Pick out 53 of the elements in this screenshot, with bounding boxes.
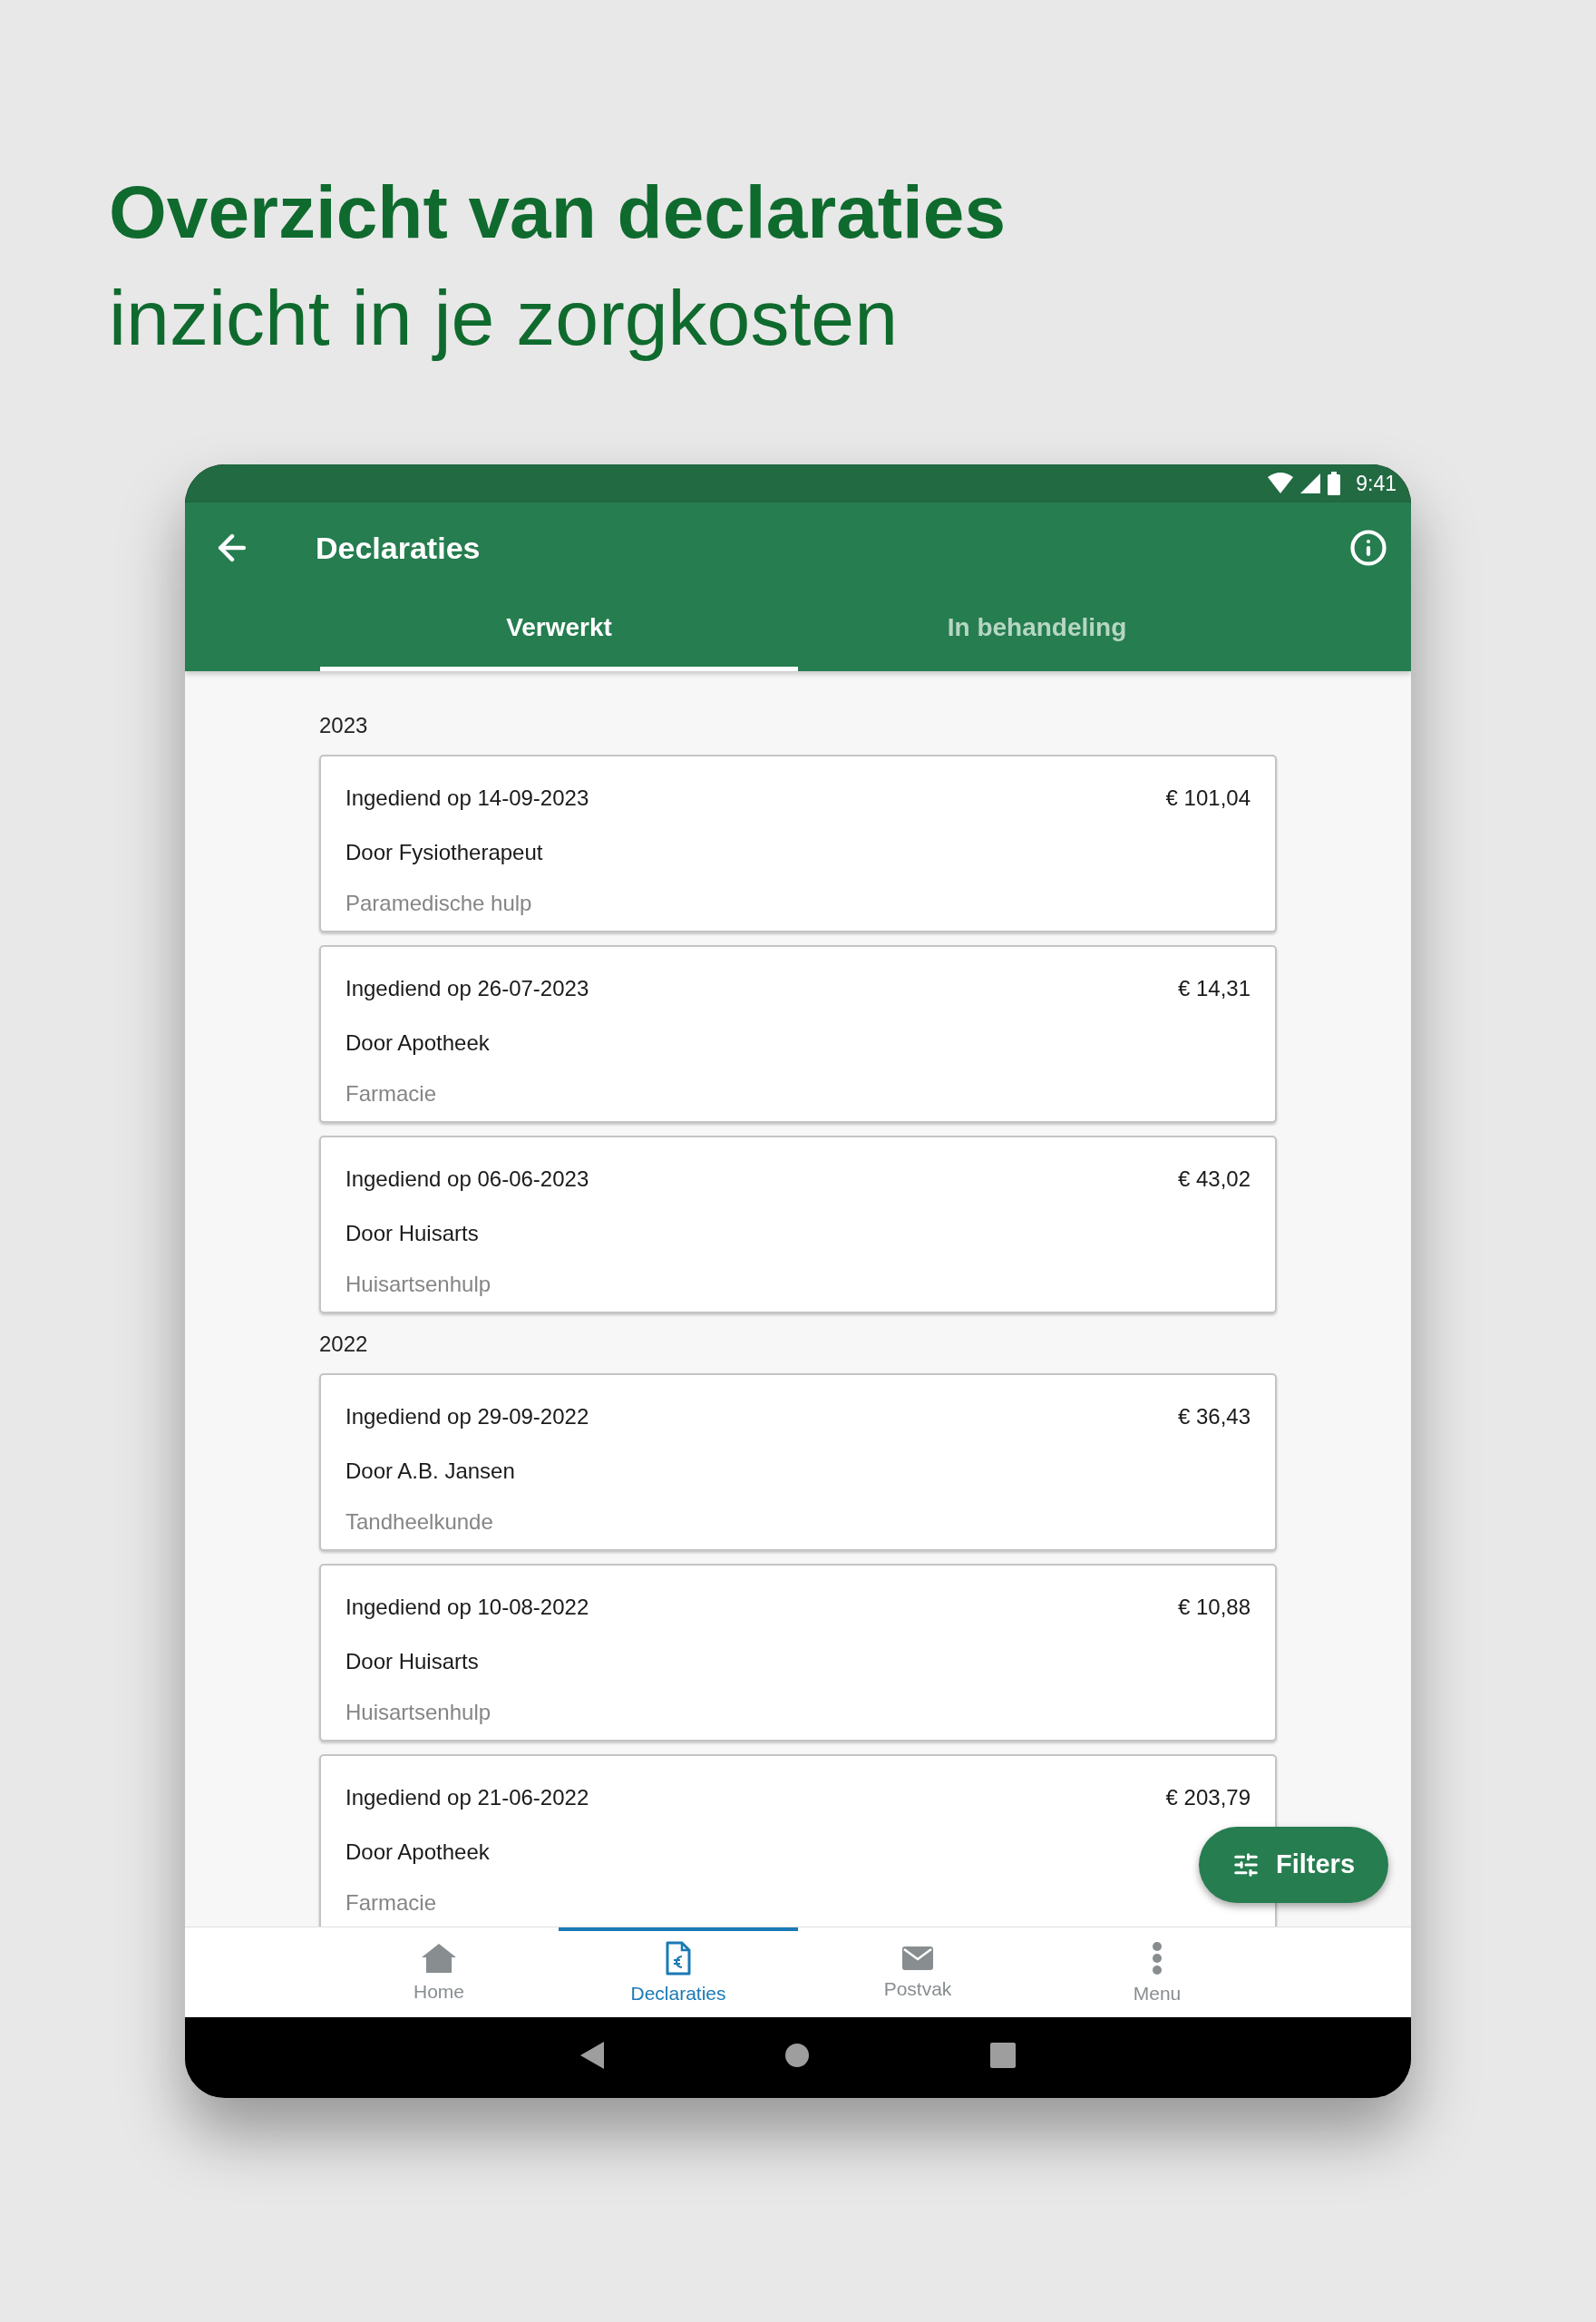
- claim-amount: € 10,88: [1177, 1594, 1251, 1621]
- tab[interactable]: In behandeling: [798, 593, 1276, 671]
- app-bar-title: Declaraties: [316, 529, 481, 567]
- nav-item[interactable]: Postvak: [798, 1927, 1037, 2018]
- claim-card[interactable]: Ingediend op 06-06-2023 € 43,02 Door Huisarts Huisartsenhulp: [319, 1136, 1277, 1313]
- claim-provider: Door Fysiotherapeut: [345, 839, 543, 866]
- claim-provider: Door Apotheek: [345, 1839, 490, 1866]
- claim-card[interactable]: Ingediend op 10-08-2022 € 10,88 Door Huisarts Huisartsenhulp: [319, 1564, 1277, 1742]
- info-icon[interactable]: [1349, 529, 1387, 567]
- headline-title: Overzicht van declaraties: [109, 170, 1007, 255]
- claim-amount: € 101,04: [1165, 785, 1251, 812]
- claim-date: Ingediend op 21-06-2022: [345, 1784, 589, 1811]
- claim-date: Ingediend op 26-07-2023: [345, 975, 589, 1002]
- document-euro-icon: [665, 1941, 692, 1976]
- nav-item[interactable]: Menu: [1037, 1927, 1277, 2018]
- claim-provider: Door A.B. Jansen: [345, 1458, 515, 1485]
- status-time: 9:41: [1356, 470, 1396, 497]
- claim-provider: Door Huisarts: [345, 1220, 479, 1247]
- home-circle-icon[interactable]: [785, 2043, 809, 2067]
- headline-subtitle: inzicht in je zorgkosten: [109, 273, 898, 363]
- back-triangle-icon[interactable]: [580, 2041, 604, 2069]
- filters-button[interactable]: Filters: [1199, 1827, 1388, 1903]
- claim-amount: € 36,43: [1177, 1403, 1251, 1430]
- claim-category: Farmacie: [345, 1080, 437, 1107]
- recents-square-icon[interactable]: [990, 2042, 1016, 2068]
- home-icon: [421, 1943, 457, 1975]
- nav-item[interactable]: Home: [319, 1927, 559, 2018]
- claim-date: Ingediend op 10-08-2022: [345, 1594, 589, 1621]
- battery-icon: [1327, 472, 1342, 495]
- claim-card[interactable]: Ingediend op 21-06-2022 € 203,79 Door Apotheek Farmacie: [319, 1754, 1277, 1927]
- claim-category: Farmacie: [345, 1889, 437, 1917]
- claim-category: Huisartsenhulp: [345, 1699, 491, 1726]
- claim-date: Ingediend op 06-06-2023: [345, 1166, 589, 1193]
- claim-provider: Door Huisarts: [345, 1648, 479, 1675]
- signal-icon: [1299, 473, 1322, 494]
- year-heading: 2022: [319, 1331, 368, 1358]
- more-vertical-icon: [1151, 1941, 1163, 1976]
- claim-category: Paramedische hulp: [345, 890, 532, 917]
- claim-amount: € 43,02: [1177, 1166, 1251, 1193]
- claim-category: Tandheelkunde: [345, 1508, 493, 1536]
- sliders-icon: [1232, 1851, 1260, 1878]
- claim-category: Huisartsenhulp: [345, 1271, 491, 1298]
- claim-amount: € 14,31: [1177, 975, 1251, 1002]
- claim-card[interactable]: Ingediend op 14-09-2023 € 101,04 Door Fysiotherapeut Paramedische hulp: [319, 755, 1277, 932]
- envelope-icon: [901, 1946, 934, 1972]
- claim-date: Ingediend op 14-09-2023: [345, 785, 589, 812]
- claim-card[interactable]: Ingediend op 26-07-2023 € 14,31 Door Apotheek Farmacie: [319, 945, 1277, 1123]
- claim-provider: Door Apotheek: [345, 1029, 490, 1057]
- wifi-icon: [1267, 473, 1295, 494]
- claim-date: Ingediend op 29-09-2022: [345, 1403, 589, 1430]
- year-heading: 2023: [319, 712, 368, 739]
- claim-card[interactable]: Ingediend op 29-09-2022 € 36,43 Door A.B. Jansen Tandheelkunde: [319, 1373, 1277, 1551]
- claim-amount: € 203,79: [1165, 1784, 1251, 1811]
